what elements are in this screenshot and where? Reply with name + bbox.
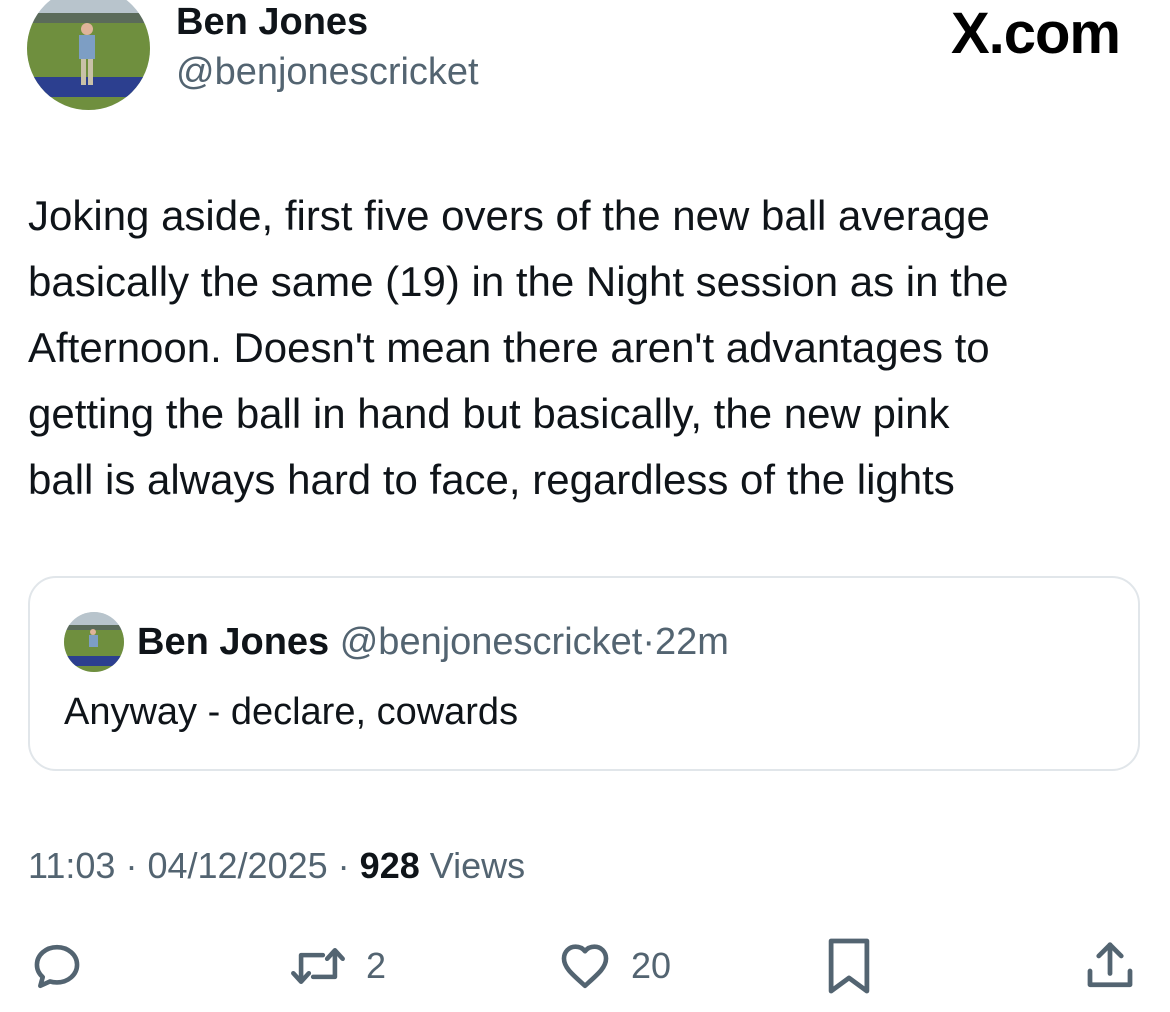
bookmark-button[interactable] <box>822 936 876 996</box>
quoted-avatar-image <box>64 612 124 672</box>
tweet-time[interactable]: 11:03 <box>28 845 115 886</box>
quoted-display-name: Ben Jones <box>137 621 330 663</box>
tweet-date[interactable]: 04/12/2025 <box>147 845 327 886</box>
quoted-author-avatar <box>64 612 124 672</box>
quoted-tweet-header: Ben Jones @benjonescricket·22m <box>137 620 729 664</box>
quoted-tweet-text: Anyway - declare, cowards <box>64 691 519 733</box>
repost-button[interactable]: 2 <box>286 936 386 996</box>
quoted-separator: · <box>642 621 655 663</box>
views-count: 928 <box>359 845 420 886</box>
brand-logo: X.com <box>950 1 1121 66</box>
quoted-handle: @benjonescricket <box>339 621 643 663</box>
quoted-timestamp: 22m <box>655 621 729 663</box>
repost-count: 2 <box>366 945 387 986</box>
meta-separator: · <box>337 845 350 886</box>
reply-icon <box>34 944 80 989</box>
author-avatar[interactable] <box>27 0 150 110</box>
tweet-text: Joking aside, first five overs of the ne… <box>28 192 1009 503</box>
heart-icon <box>561 944 609 989</box>
author-handle[interactable]: @benjonescricket <box>176 50 479 94</box>
views-label: Views <box>429 845 526 886</box>
tweet-meta: 11:03 · 04/12/2025 · 928 Views <box>28 844 525 888</box>
like-button[interactable]: 20 <box>555 936 671 996</box>
share-button[interactable] <box>1080 936 1140 996</box>
reply-button[interactable] <box>28 936 86 996</box>
author-display-name[interactable]: Ben Jones <box>176 0 368 44</box>
avatar-image <box>27 0 150 110</box>
repost-icon <box>291 947 345 985</box>
bookmark-icon <box>828 938 870 994</box>
like-count: 20 <box>631 945 672 986</box>
share-icon <box>1087 942 1133 988</box>
quoted-tweet-card[interactable]: Ben Jones @benjonescricket·22m Anyway - … <box>28 576 1140 771</box>
meta-separator: · <box>125 845 138 886</box>
